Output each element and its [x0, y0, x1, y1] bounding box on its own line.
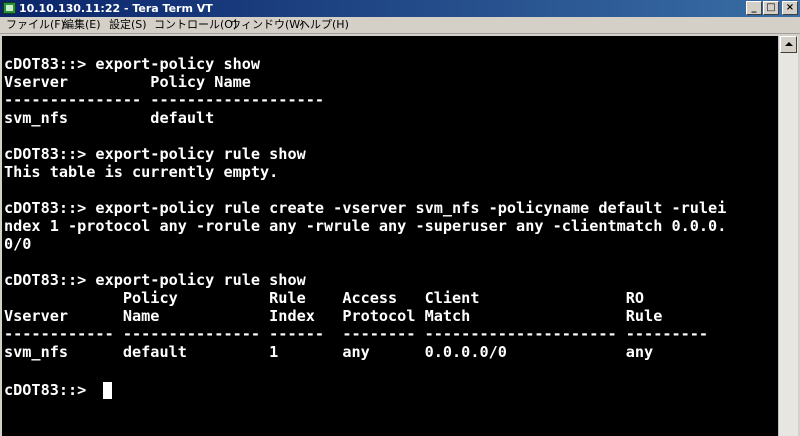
terminal-line: Vserver Name Index Protocol Match Rule: [4, 307, 663, 325]
terminal-line: ndex 1 -protocol any -rorule any -rwrule…: [4, 217, 727, 235]
terminal-line: Vserver Policy Name: [4, 73, 251, 91]
maximize-button[interactable]: □: [763, 1, 779, 15]
terminal-screen[interactable]: cDOT83::> export-policy show Vserver Pol…: [2, 36, 778, 436]
tera-term-icon[interactable]: [3, 2, 16, 14]
close-button[interactable]: ×: [782, 1, 798, 15]
menu-help[interactable]: ヘルプ(H): [299, 18, 349, 32]
terminal-line: ------------ --------------- ------ ----…: [4, 325, 709, 343]
menu-settings[interactable]: 設定(S): [109, 18, 147, 32]
title-bar[interactable]: 10.10.130.11:22 - Tera Term VT _ □ ×: [0, 0, 800, 17]
terminal-line: cDOT83::> export-policy rule create -vse…: [4, 199, 727, 217]
vertical-scrollbar[interactable]: [778, 36, 798, 436]
terminal-line: --------------- -------------------: [4, 91, 325, 109]
menu-control[interactable]: コントロール(O): [154, 18, 237, 32]
menu-file[interactable]: ファイル(F): [6, 18, 65, 32]
terminal-line: svm_nfs default: [4, 109, 215, 127]
menu-edit[interactable]: 編集(E): [63, 18, 101, 32]
tera-term-window: 10.10.130.11:22 - Tera Term VT _ □ × ファイ…: [0, 0, 800, 436]
menu-window[interactable]: ウィンドウ(W): [230, 18, 304, 32]
terminal-line: svm_nfs default 1 any 0.0.0.0/0 any: [4, 343, 654, 361]
terminal-line: 0/0: [4, 235, 32, 253]
terminal-prompt-line: cDOT83::>: [4, 381, 96, 399]
menu-bar: ファイル(F) 編集(E) 設定(S) コントロール(O) ウィンドウ(W) ヘ…: [0, 17, 800, 34]
terminal-line: Policy Rule Access Client RO: [4, 289, 645, 307]
text-cursor: [103, 382, 112, 399]
minimize-button[interactable]: _: [746, 1, 762, 15]
terminal-line: cDOT83::> export-policy rule show: [4, 271, 306, 289]
scroll-up-icon[interactable]: [780, 36, 797, 53]
terminal-line: cDOT83::> export-policy show: [4, 55, 261, 73]
terminal-line: cDOT83::> export-policy rule show: [4, 145, 306, 163]
window-title: 10.10.130.11:22 - Tera Term VT: [19, 2, 213, 15]
terminal-line: This table is currently empty.: [4, 163, 279, 181]
